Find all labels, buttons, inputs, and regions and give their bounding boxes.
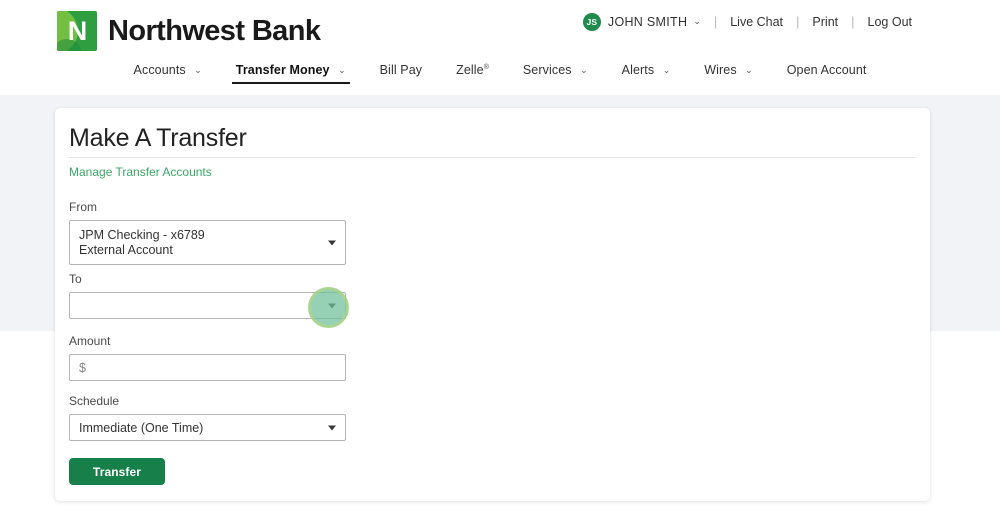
chevron-down-icon: ⌄ <box>745 65 753 76</box>
nav-label: Accounts <box>134 63 186 77</box>
to-field-group: To <box>69 272 346 319</box>
chevron-down-icon: ⌄ <box>194 65 202 76</box>
nav-item-zelle[interactable]: Zelle® <box>439 60 506 89</box>
nav-label: Bill Pay <box>380 63 422 77</box>
amount-field-group: Amount $ <box>69 334 346 381</box>
user-menu[interactable]: JOHN SMITH <box>608 15 687 29</box>
nav-item-alerts[interactable]: Alerts ⌄ <box>605 60 688 89</box>
live-chat-link[interactable]: Live Chat <box>730 15 783 29</box>
make-a-transfer-card: Make A Transfer Manage Transfer Accounts… <box>55 108 930 501</box>
to-label: To <box>69 272 346 286</box>
nav-item-open-account[interactable]: Open Account <box>770 60 884 89</box>
transfer-button[interactable]: Transfer <box>69 458 165 485</box>
nav-item-transfer-money[interactable]: Transfer Money ⌄ <box>219 60 363 89</box>
chevron-down-icon: ⌄ <box>663 65 671 76</box>
avatar: JS <box>583 13 601 31</box>
nav-label: Zelle <box>456 63 484 77</box>
nav-item-services[interactable]: Services ⌄ <box>506 60 605 89</box>
nav-item-wires[interactable]: Wires ⌄ <box>687 60 769 89</box>
brand-logo[interactable]: N Northwest Bank <box>57 11 320 51</box>
schedule-value: Immediate (One Time) <box>79 421 203 435</box>
chevron-down-icon: ⌄ <box>338 65 346 76</box>
logo-letter: N <box>57 11 97 51</box>
page-title: Make A Transfer <box>69 124 247 153</box>
amount-label: Amount <box>69 334 346 348</box>
amount-input[interactable]: $ <box>69 354 346 381</box>
chevron-down-icon[interactable] <box>328 240 336 245</box>
schedule-label: Schedule <box>69 394 346 408</box>
northwest-bank-logo-icon: N <box>57 11 97 51</box>
chevron-down-icon[interactable]: ⌄ <box>693 16 701 27</box>
to-account-dropdown[interactable] <box>69 292 346 319</box>
separator: | <box>714 14 717 29</box>
schedule-field-group: Schedule Immediate (One Time) <box>69 394 346 441</box>
brand-name: Northwest Bank <box>108 15 320 48</box>
nav-label: Services <box>523 63 572 77</box>
schedule-dropdown[interactable]: Immediate (One Time) <box>69 414 346 441</box>
nav-label: Open Account <box>787 63 867 77</box>
from-account-name: JPM Checking - x6789 <box>79 228 319 243</box>
utility-bar: JS JOHN SMITH ⌄ | Live Chat | Print | Lo… <box>583 13 912 31</box>
separator: | <box>796 14 799 29</box>
manage-transfer-accounts-link[interactable]: Manage Transfer Accounts <box>69 165 212 179</box>
registered-trademark-icon: ® <box>484 64 489 71</box>
chevron-down-icon: ⌄ <box>580 65 588 76</box>
amount-placeholder: $ <box>79 361 86 375</box>
from-label: From <box>69 200 346 214</box>
print-link[interactable]: Print <box>812 15 838 29</box>
from-account-dropdown[interactable]: JPM Checking - x6789 External Account <box>69 220 346 265</box>
from-account-type: External Account <box>79 243 319 258</box>
chevron-down-icon[interactable] <box>328 425 336 430</box>
title-divider <box>69 157 915 158</box>
chevron-down-icon[interactable] <box>328 303 336 308</box>
nav-label: Alerts <box>622 63 655 77</box>
main-navigation: Accounts ⌄ Transfer Money ⌄ Bill Pay Zel… <box>0 60 1000 95</box>
log-out-link[interactable]: Log Out <box>868 15 912 29</box>
nav-label: Wires <box>704 63 736 77</box>
separator: | <box>851 14 854 29</box>
nav-item-accounts[interactable]: Accounts ⌄ <box>117 60 219 89</box>
from-field-group: From JPM Checking - x6789 External Accou… <box>69 200 346 265</box>
nav-item-bill-pay[interactable]: Bill Pay <box>363 60 439 89</box>
site-header: N Northwest Bank JS JOHN SMITH ⌄ | Live … <box>0 0 1000 95</box>
nav-label: Transfer Money <box>236 63 330 77</box>
